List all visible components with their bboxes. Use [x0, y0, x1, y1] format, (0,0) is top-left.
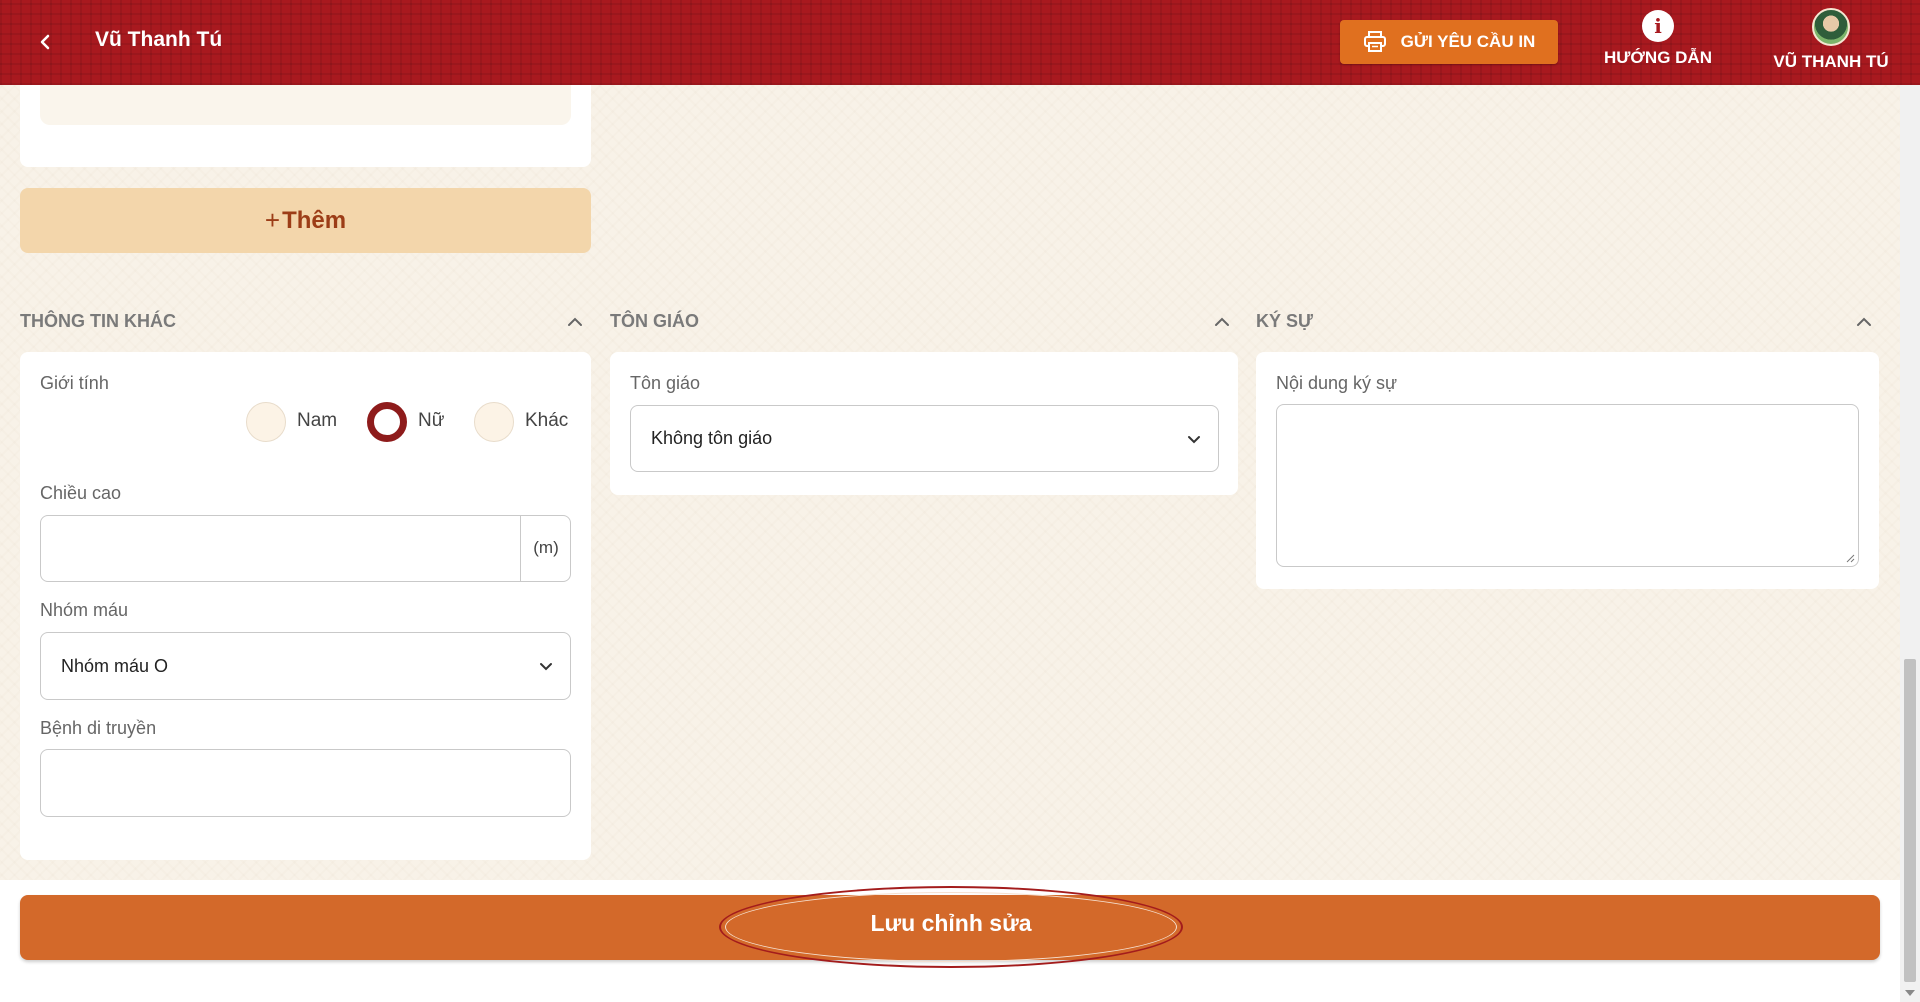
radio-other[interactable] [474, 402, 514, 442]
chevron-left-icon [40, 34, 50, 50]
chevron-up-icon [568, 317, 582, 326]
add-button[interactable]: + Thêm [20, 188, 591, 253]
add-button-label: Thêm [282, 206, 347, 234]
blood-type-label: Nhóm máu [40, 600, 129, 620]
avatar [1812, 8, 1850, 46]
highlight-oval [719, 886, 1183, 968]
section-title-other-info: THÔNG TIN KHÁC [20, 311, 176, 331]
memoir-textarea[interactable] [1276, 404, 1859, 567]
hereditary-disease-label: Bệnh di truyền [40, 718, 157, 738]
hereditary-disease-field[interactable] [40, 749, 571, 817]
radio-female-label: Nữ [418, 410, 445, 431]
info-icon: i [1642, 10, 1674, 42]
memoir-label: Nội dung ký sự [1276, 373, 1398, 393]
chevron-up-icon [1215, 317, 1229, 326]
blood-type-select[interactable]: Nhóm máu O [40, 632, 571, 700]
scrollbar-thumb[interactable] [1904, 659, 1916, 982]
collapse-memoir-button[interactable] [1852, 310, 1876, 334]
radio-female[interactable] [367, 402, 407, 442]
radio-male[interactable] [246, 402, 286, 442]
section-title-religion: TÔN GIÁO [610, 311, 699, 331]
send-print-request-button[interactable]: GỬI YÊU CẦU IN [1340, 20, 1558, 64]
gender-label: Giới tính [40, 373, 109, 393]
blood-type-value: Nhóm máu O [61, 655, 169, 676]
chevron-down-icon [540, 663, 552, 671]
religion-select[interactable]: Không tôn giáo [630, 405, 1219, 472]
chevron-up-icon [1857, 317, 1871, 326]
help-label: HƯỚNG DẪN [1604, 48, 1712, 67]
resize-grip-icon[interactable] [1845, 553, 1855, 563]
height-unit: (m) [520, 515, 571, 581]
scroll-down-arrow-icon[interactable] [1905, 990, 1915, 996]
collapse-religion-button[interactable] [1210, 310, 1234, 334]
back-button[interactable] [30, 26, 60, 58]
page-title: Vũ Thanh Tú [95, 28, 223, 51]
print-button-label: GỬI YÊU CẦU IN [1400, 32, 1536, 51]
religion-value: Không tôn giáo [651, 428, 773, 448]
religion-label: Tôn giáo [630, 373, 701, 393]
plus-icon: + [264, 205, 281, 235]
user-name: VŨ THANH TÚ [1773, 52, 1889, 71]
chevron-down-icon [1188, 435, 1200, 443]
collapse-other-info-button[interactable] [563, 310, 587, 334]
section-title-memoir: KÝ SỰ [1256, 311, 1313, 331]
radio-male-label: Nam [297, 410, 338, 431]
height-label: Chiều cao [40, 483, 122, 503]
height-field[interactable] [40, 515, 571, 582]
printer-icon [1363, 31, 1386, 52]
help-button[interactable]: i HƯỚNG DẪN [1598, 10, 1718, 76]
radio-other-label: Khác [525, 410, 569, 431]
user-menu[interactable]: VŨ THANH TÚ [1760, 8, 1902, 78]
scrollbar[interactable] [1900, 85, 1920, 1002]
top-bar: Vũ Thanh Tú GỬI YÊU CẦU IN i HƯỚNG DẪN V… [0, 0, 1920, 85]
